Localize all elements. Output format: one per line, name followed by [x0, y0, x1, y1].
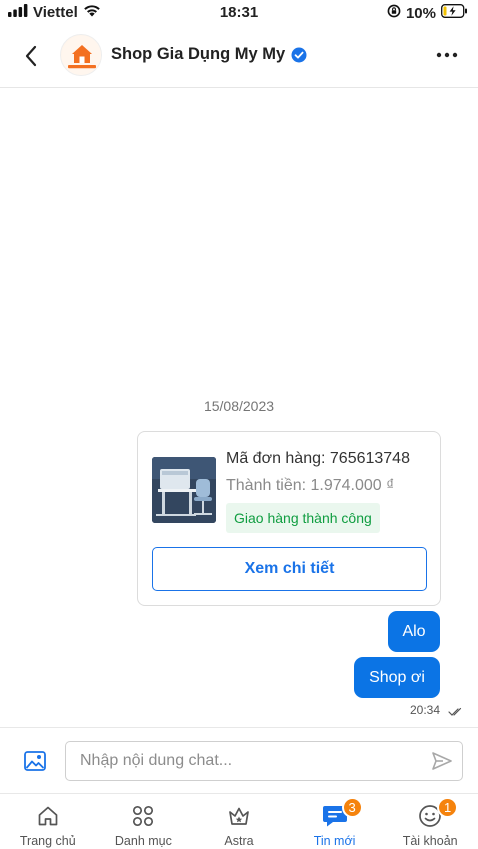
home-icon — [35, 803, 61, 829]
shop-avatar[interactable] — [60, 34, 102, 76]
chat-input[interactable] — [65, 741, 463, 781]
tab-account-badge: 1 — [437, 797, 459, 818]
tab-astra[interactable]: Astra — [191, 794, 287, 849]
battery-percent: 10% — [405, 4, 436, 22]
product-thumbnail — [152, 457, 216, 523]
order-total: Thành tiền: 1.974.000 ₫ — [226, 477, 395, 494]
chat-composer — [0, 727, 478, 793]
verified-badge-icon — [291, 47, 307, 62]
shop-name: Shop Gia Dụng My My — [111, 45, 286, 63]
tab-messages[interactable]: 3 Tin mới — [287, 794, 383, 849]
status-bar: Viettel 18:31 10% — [0, 0, 478, 26]
message-time: 20:34 — [409, 703, 440, 717]
crown-icon — [226, 803, 252, 829]
more-horizontal-icon — [436, 52, 458, 58]
send-button[interactable] — [428, 750, 456, 772]
tab-account-label: Tài khoản — [402, 834, 458, 848]
outgoing-message[interactable]: Shop ơi — [354, 657, 440, 698]
back-button[interactable] — [18, 40, 44, 72]
chevron-left-icon — [25, 45, 37, 67]
shop-logo — [62, 36, 101, 75]
outgoing-message[interactable]: Alo — [388, 611, 440, 652]
tab-account[interactable]: 1 Tài khoản — [382, 794, 478, 849]
shop-title[interactable]: Shop Gia Dụng My My — [111, 45, 307, 64]
status-right: 10% — [387, 4, 468, 22]
battery-charging-icon — [441, 4, 468, 22]
bottom-tab-bar: Trang chủ Danh mục Astra 3 Tin mới 1 Tài… — [0, 793, 478, 849]
attach-image-button[interactable] — [22, 749, 48, 773]
tab-messages-badge: 3 — [341, 797, 363, 818]
view-detail-button[interactable]: Xem chi tiết — [152, 547, 427, 591]
order-card[interactable]: Mã đơn hàng: 765613748 Thành tiền: 1.974… — [137, 431, 441, 606]
tab-messages-label: Tin mới — [313, 834, 356, 848]
tab-home-label: Trang chủ — [19, 834, 76, 848]
tab-categories-label: Danh mục — [114, 834, 172, 848]
read-check-icon — [448, 704, 464, 722]
image-icon — [24, 751, 46, 771]
order-code: Mã đơn hàng: 765613748 — [226, 450, 410, 467]
orientation-lock-icon — [387, 4, 401, 22]
tab-astra-label: Astra — [224, 834, 254, 848]
send-icon — [432, 752, 452, 770]
chat-header: Shop Gia Dụng My My — [0, 26, 478, 88]
tab-categories[interactable]: Danh mục — [96, 794, 192, 849]
order-status-badge: Giao hàng thành công — [226, 503, 380, 533]
more-options-button[interactable] — [434, 44, 460, 66]
date-separator: 15/08/2023 — [203, 398, 275, 414]
tab-home[interactable]: Trang chủ — [0, 794, 96, 849]
grid-icon — [130, 803, 156, 829]
